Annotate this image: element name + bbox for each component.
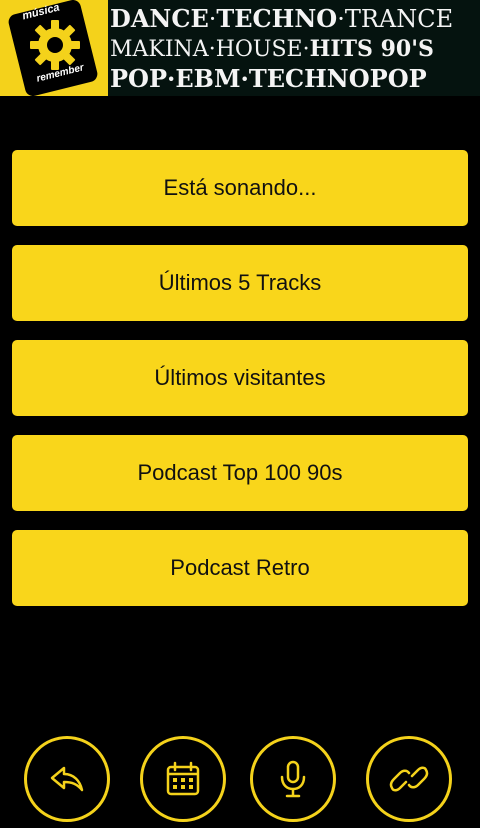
calendar-button[interactable]: [140, 736, 226, 822]
share-button[interactable]: [24, 736, 110, 822]
banner-genre: HITS 90'S: [309, 36, 434, 62]
last-5-tracks-button[interactable]: Últimos 5 Tracks: [12, 245, 468, 321]
now-playing-button[interactable]: Está sonando...: [12, 150, 468, 226]
banner-line-2: MAKINA·HOUSE·HITS 90'S: [110, 34, 476, 64]
banner-line-1: DANCE·TECHNO·TRANCE: [110, 4, 476, 34]
banner-genre: HOUSE: [215, 37, 303, 62]
banner-genre: EBM: [175, 64, 241, 93]
link-button[interactable]: [366, 736, 452, 822]
banner-genre: TRANCE: [344, 5, 454, 33]
calendar-icon: [166, 761, 200, 796]
microphone-button[interactable]: [250, 736, 336, 822]
logo[interactable]: música remember: [0, 0, 108, 96]
app-header: música remember DANCE·TECHNO·TRANCE MAKI…: [0, 0, 480, 96]
bottom-toolbar: [0, 736, 480, 828]
banner-genre: POP: [110, 64, 167, 93]
link-icon: [389, 766, 429, 792]
banner-separator: ·: [302, 37, 310, 62]
banner-genre: TECHNO: [216, 4, 338, 33]
genre-banner: DANCE·TECHNO·TRANCE MAKINA·HOUSE·HITS 90…: [110, 4, 476, 94]
main-menu: Está sonando... Últimos 5 Tracks Últimos…: [12, 150, 468, 625]
banner-genre: MAKINA: [110, 37, 209, 62]
podcast-retro-button[interactable]: Podcast Retro: [12, 530, 468, 606]
microphone-icon: [280, 760, 306, 798]
banner-genre: TECHNOPOP: [248, 64, 427, 93]
podcast-top-100-button[interactable]: Podcast Top 100 90s: [12, 435, 468, 511]
last-visitors-button[interactable]: Últimos visitantes: [12, 340, 468, 416]
banner-separator: ·: [240, 64, 249, 93]
banner-genre: DANCE: [110, 4, 209, 33]
share-icon: [50, 766, 84, 792]
banner-separator: ·: [208, 37, 216, 62]
banner-line-3: POP·EBM·TECHNOPOP: [110, 64, 476, 94]
banner-separator: ·: [337, 5, 345, 33]
